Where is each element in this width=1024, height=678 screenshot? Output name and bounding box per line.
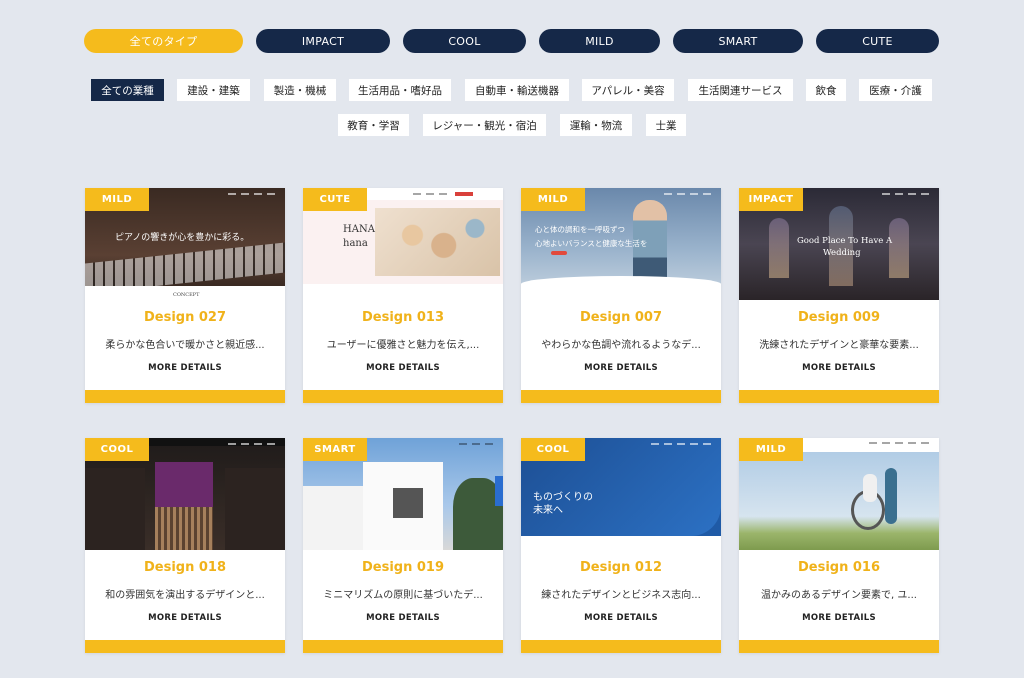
thumb-subtext: CONCEPT [173, 292, 200, 298]
type-filter-cute[interactable]: CUTE [816, 29, 939, 53]
thumb-subtext: 未来へ [533, 505, 563, 516]
type-filter-smart[interactable]: SMART [673, 29, 803, 53]
industry-filter-leisure[interactable]: レジャー・観光・宿泊 [423, 114, 546, 136]
industry-filter-row-2: 教育・学習 レジャー・観光・宿泊 運輸・物流 士業 [0, 114, 1024, 136]
industry-filter-education[interactable]: 教育・学習 [338, 114, 409, 136]
type-filter-impact[interactable]: IMPACT [256, 29, 390, 53]
card-accent-bar [521, 640, 721, 653]
design-card[interactable]: HANA hana CUTE Design 013 ユーザーに優雅さと魅力を伝え… [303, 188, 503, 403]
card-description: ユーザーに優雅さと魅力を伝え,... [326, 340, 480, 351]
design-card[interactable]: MILD Design 016 温かみのあるデザイン要素で, ユ... MORE… [739, 438, 939, 653]
more-details-link[interactable]: MORE DETAILS [521, 613, 721, 623]
more-details-link[interactable]: MORE DETAILS [303, 363, 503, 373]
industry-filter-consumer-goods[interactable]: 生活用品・嗜好品 [349, 79, 451, 101]
industry-filter-professional[interactable]: 士業 [646, 114, 686, 136]
card-accent-bar [85, 390, 285, 403]
type-filter-all[interactable]: 全てのタイプ [84, 29, 243, 53]
industry-filter-services[interactable]: 生活関連サービス [688, 79, 793, 101]
type-filter-cool[interactable]: COOL [403, 29, 526, 53]
design-card[interactable]: ものづくりの 未来へ COOL Design 012 練されたデザインとビジネス… [521, 438, 721, 653]
thumb-subtext: 心地よいバランスと健康な生活を [535, 239, 648, 248]
industry-filter-automotive[interactable]: 自動車・輸送機器 [465, 79, 569, 101]
industry-filter-row-1: 全ての業種 建設・建築 製造・機械 生活用品・嗜好品 自動車・輸送機器 アパレル… [0, 79, 1024, 101]
card-accent-bar [739, 640, 939, 653]
type-badge: CUTE [303, 188, 367, 211]
thumb-headline: 心と体の調和を一呼吸ずつ [535, 225, 625, 234]
card-description: 柔らかな色合いで暖かさと親近感... [105, 340, 265, 351]
card-description: 練されたデザインとビジネス志向... [541, 590, 701, 601]
more-details-link[interactable]: MORE DETAILS [303, 613, 503, 623]
industry-filter-all[interactable]: 全ての業種 [91, 79, 164, 101]
card-accent-bar [739, 390, 939, 403]
more-details-link[interactable]: MORE DETAILS [85, 613, 285, 623]
type-badge: COOL [521, 438, 585, 461]
card-title: Design 019 [361, 560, 445, 575]
design-card[interactable]: SMART Design 019 ミニマリズムの原則に基づいたデ... MORE… [303, 438, 503, 653]
card-title: Design 012 [579, 560, 663, 575]
thumb-headline: ピアノの響きが心を豊かに彩る。 [115, 233, 250, 243]
card-title: Design 027 [143, 310, 227, 325]
design-card[interactable]: 心と体の調和を一呼吸ずつ 心地よいバランスと健康な生活を MILD Design… [521, 188, 721, 403]
type-badge: MILD [739, 438, 803, 461]
card-title: Design 013 [361, 310, 445, 325]
card-description: やわらかな色調や流れるようなデ... [541, 340, 701, 351]
industry-filter-medical[interactable]: 医療・介護 [859, 79, 932, 101]
card-title: Design 018 [143, 560, 227, 575]
thumb-subtext: Wedding [823, 248, 861, 258]
more-details-link[interactable]: MORE DETAILS [85, 363, 285, 373]
design-card[interactable]: Good Place To Have A Wedding IMPACT Desi… [739, 188, 939, 403]
industry-filter-logistics[interactable]: 運輸・物流 [560, 114, 632, 136]
card-accent-bar [303, 640, 503, 653]
card-accent-bar [85, 640, 285, 653]
more-details-link[interactable]: MORE DETAILS [739, 613, 939, 623]
industry-filter-manufacturing[interactable]: 製造・機械 [264, 79, 336, 101]
industry-filter-food[interactable]: 飲食 [806, 79, 846, 101]
card-accent-bar [303, 390, 503, 403]
type-badge: MILD [85, 188, 149, 211]
card-description: 温かみのあるデザイン要素で, ユ... [761, 590, 917, 601]
card-description: ミニマリズムの原則に基づいたデ... [323, 590, 483, 601]
card-description: 和の雰囲気を演出するデザインと... [105, 590, 265, 601]
design-card[interactable]: COOL Design 018 和の雰囲気を演出するデザインと... MORE … [85, 438, 285, 653]
type-badge: MILD [521, 188, 585, 211]
more-details-link[interactable]: MORE DETAILS [739, 363, 939, 373]
type-badge: IMPACT [739, 188, 803, 211]
card-title: Design 007 [579, 310, 663, 325]
card-description: 洗練されたデザインと豪華な要素... [759, 340, 919, 351]
industry-filter-apparel[interactable]: アパレル・美容 [582, 79, 674, 101]
type-filter-bar: 全てのタイプ IMPACT COOL MILD SMART CUTE [0, 29, 1024, 53]
type-badge: COOL [85, 438, 149, 461]
thumb-headline: HANA [343, 224, 375, 235]
more-details-link[interactable]: MORE DETAILS [521, 363, 721, 373]
card-title: Design 009 [797, 310, 881, 325]
thumb-headline: Good Place To Have A [797, 236, 893, 246]
industry-filter-construction[interactable]: 建設・建築 [177, 79, 250, 101]
type-badge: SMART [303, 438, 367, 461]
card-accent-bar [521, 390, 721, 403]
type-filter-mild[interactable]: MILD [539, 29, 660, 53]
thumb-subtext: hana [343, 238, 368, 249]
design-card[interactable]: ピアノの響きが心を豊かに彩る。 CONCEPT MILD Design 027 … [85, 188, 285, 403]
card-title: Design 016 [797, 560, 881, 575]
